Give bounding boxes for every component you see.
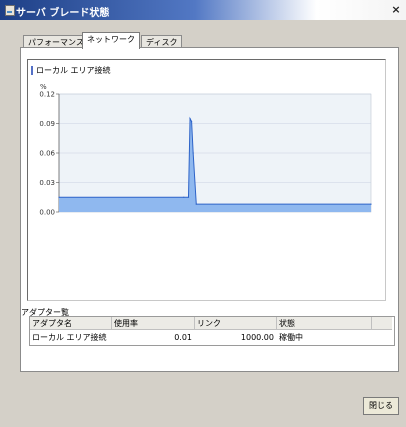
data-point <box>58 196 60 198</box>
window-title: サーバ ブレード状態 <box>16 8 110 19</box>
y-tick-label: 0.00 <box>39 209 55 217</box>
column-header-adapter-name[interactable]: アダプタ名 <box>30 317 112 330</box>
data-point <box>191 120 193 123</box>
y-tick-label: 0.12 <box>39 91 55 99</box>
column-header-link[interactable]: リンク <box>195 317 277 330</box>
y-tick-label: 0.09 <box>39 120 55 128</box>
cell-usage: 0.01 <box>174 333 192 342</box>
column-header-usage[interactable]: 使用率 <box>112 317 195 330</box>
y-tick-label: 0.03 <box>39 179 55 187</box>
data-point <box>195 203 197 205</box>
cell-status: 稼働中 <box>279 333 303 342</box>
close-button[interactable]: 閉じる <box>363 397 399 415</box>
title-bar: サーバ ブレード状態 × <box>0 0 406 20</box>
column-header-filler <box>372 317 392 330</box>
network-chart-box: ローカル エリア接続 0.12 0.09 0.06 0.03 0.00% <box>27 59 386 301</box>
y-tick-label: 0.06 <box>39 150 55 158</box>
tab-network[interactable]: ネットワーク <box>82 32 140 49</box>
data-point <box>187 196 190 198</box>
close-icon[interactable]: × <box>390 3 402 16</box>
data-point <box>370 203 372 205</box>
cell-link: 1000.00 <box>240 333 274 342</box>
network-usage-chart: 0.12 0.09 0.06 0.03 0.00% <box>39 83 372 217</box>
data-point <box>183 196 185 198</box>
data-point <box>189 117 191 120</box>
y-axis-label: % <box>40 83 47 91</box>
column-header-status[interactable]: 状態 <box>277 317 372 330</box>
app-window-icon <box>5 5 15 16</box>
data-point <box>192 152 194 154</box>
adapter-table: アダプタ名 使用率 リンク 状態 ローカル エリア接続 0.01 1000.00… <box>29 316 395 346</box>
cell-adapter-name: ローカル エリア接続 <box>32 333 107 342</box>
